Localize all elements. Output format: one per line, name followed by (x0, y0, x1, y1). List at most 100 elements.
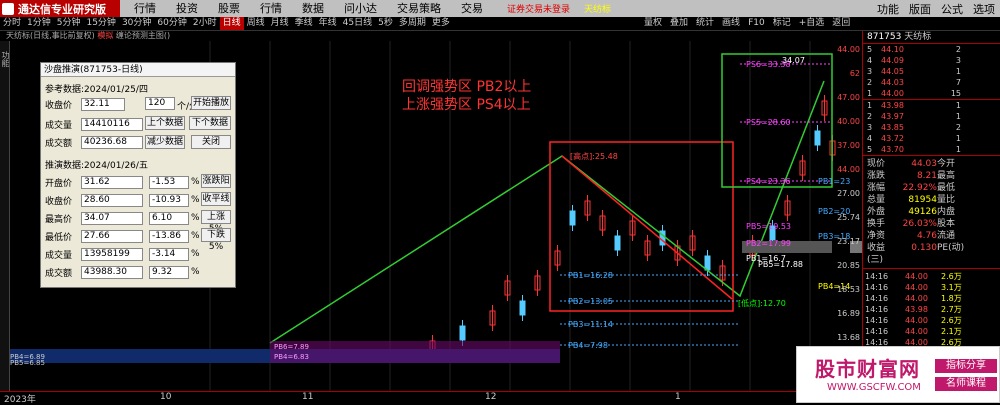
ad-banner[interactable]: 股市财富网 WWW.GSCFW.COM 指标分享 名师课程 (796, 346, 1000, 403)
tool-tab[interactable]: F10 (744, 17, 769, 30)
tool-tab[interactable]: +自选 (795, 17, 829, 30)
tab-period[interactable]: 45日线 (340, 17, 375, 30)
quote-row: 1 44.00 15 (863, 88, 1000, 99)
quote-volume: 1 (955, 67, 961, 76)
menu-item[interactable]: 交易策略 (387, 0, 451, 17)
amt-field[interactable]: 40236.68 (81, 135, 143, 149)
menu-item[interactable]: 问小达 (334, 0, 387, 17)
tab-period[interactable]: 更多 (429, 17, 453, 30)
price-axis: 44.00 62 47.00 40.00 37.00 44.00 27.00 25.74 23.… (834, 41, 862, 391)
quote-price: 43.72 (881, 134, 904, 143)
tab-period[interactable]: 15分钟 (83, 17, 118, 30)
tab-period[interactable]: 30分钟 (119, 17, 154, 30)
menu-item[interactable]: 行情 (250, 0, 292, 17)
close-field[interactable]: 32.11 (81, 97, 125, 111)
tool-tab[interactable]: 统计 (692, 17, 718, 30)
top-label: 34.07 (782, 56, 805, 65)
quote-row: 2 43.97 1 (863, 111, 1000, 122)
right-menu-item[interactable]: 版面 (904, 1, 936, 17)
quote-volume: 1 (955, 112, 961, 121)
menu-item[interactable]: 行情 (124, 0, 166, 17)
sim-change-field[interactable]: 6.10 (149, 211, 189, 225)
left-label-3: PB6=7.89 (274, 343, 309, 351)
stat-key: 现价 (867, 159, 886, 169)
tab-period[interactable]: 分时 (0, 17, 24, 30)
tab-period[interactable]: 1分钟 (24, 17, 54, 30)
stock-name: 天纺标 (904, 32, 932, 42)
sim-row: 最高价 34.07 6.10% (45, 211, 200, 225)
sim-change-field[interactable]: -10.93 (149, 193, 189, 207)
sim-change-field[interactable]: -3.14 (149, 247, 189, 261)
sim-action-button[interactable]: 涨跌阳 (201, 174, 231, 188)
stat-key-2: 流通 (937, 231, 956, 241)
sim-action-button[interactable]: 收平线 (201, 192, 231, 206)
stock-notice[interactable]: 天纺标 (584, 2, 611, 15)
quote-header: 871753 天纺标 (863, 31, 1000, 44)
tool-tab[interactable]: 量权 (640, 17, 666, 30)
speed-field[interactable]: 120 (145, 97, 175, 110)
menu-item[interactable]: 数据 (292, 0, 334, 17)
sim-action-button[interactable]: 上涨5% (201, 210, 231, 234)
tool-tab[interactable]: 标记 (769, 17, 795, 30)
price-tick: 40.00 (837, 117, 860, 126)
sim-action-button[interactable]: 下跌5% (201, 228, 231, 252)
right-menu-item[interactable]: 公式 (936, 1, 968, 17)
tab-period[interactable]: 周线 (244, 17, 268, 30)
tab-period[interactable]: 多周期 (396, 17, 429, 30)
tool-tab[interactable]: 返回 (828, 17, 854, 30)
pct-label: % (191, 213, 200, 223)
tick-time: 14:16 (865, 316, 889, 325)
ad-badge-1[interactable]: 指标分享 (935, 359, 997, 373)
sim-change-field[interactable]: -13.86 (149, 229, 189, 243)
start-button[interactable]: 开始播放 (191, 96, 231, 110)
price-tick: 13.68 (837, 333, 860, 342)
tick-list: 14:16 44.00 2.6万 14:16 44.00 3.1万 14:16 44.00 1.… (863, 271, 1000, 348)
quote-price: 44.09 (881, 56, 904, 65)
pct-label: % (191, 177, 200, 187)
sim-value-field[interactable]: 28.60 (81, 193, 143, 207)
close-button[interactable]: 关闭 (191, 135, 231, 149)
tick-price: 43.98 (905, 305, 928, 314)
menu-item[interactable]: 投资 (166, 0, 208, 17)
prev-button[interactable]: 上个数据 (145, 116, 185, 130)
tab-period[interactable]: 5秒 (375, 17, 396, 30)
sim-value-field[interactable]: 34.07 (81, 211, 143, 225)
pb6-label: PB2=17.99 (746, 239, 791, 248)
close-label: 收盘价 (45, 100, 73, 111)
sim-value-field[interactable]: 31.62 (81, 175, 143, 189)
left-sidebar[interactable]: 功能 (0, 41, 10, 391)
title-bar: 通达信专业研究版 行情 投资 股票 行情 数据 问小达 交易策略 交易 证券交易未登录 天纺标… (0, 0, 1000, 17)
sim-change-field[interactable]: 9.32 (149, 265, 189, 279)
sim-value-field[interactable]: 27.66 (81, 229, 143, 243)
quote-level: 3 (867, 123, 873, 132)
tool-tab[interactable]: 叠加 (666, 17, 692, 30)
ad-title: 股市财富网 (815, 357, 920, 381)
next-button[interactable]: 下个数据 (189, 116, 231, 130)
sim-change-field[interactable]: -1.53 (149, 175, 189, 189)
right-menu-item[interactable]: 功能 (872, 1, 904, 17)
ad-badge-2[interactable]: 名师课程 (935, 377, 997, 391)
pct-label: % (191, 195, 200, 205)
vol-field[interactable]: 14410116 (81, 117, 143, 131)
tab-period[interactable]: 季线 (292, 17, 316, 30)
tab-period[interactable]: 日线 (219, 17, 244, 30)
tab-period[interactable]: 60分钟 (154, 17, 189, 30)
sim-row-label: 最低价 (45, 232, 73, 243)
tick-row: 14:16 44.00 1.8万 (865, 293, 1000, 304)
reduce-button[interactable]: 减少数据 (145, 135, 185, 149)
tool-tab[interactable]: 画线 (718, 17, 744, 30)
right-menu-item[interactable]: 选项 (968, 1, 1000, 17)
sandbox-dialog: 沙盘推演(871753-日线) 参考数据:2024/01/25/四 收盘价 32.… (40, 62, 236, 288)
login-notice[interactable]: 证券交易未登录 (507, 2, 570, 15)
menu-item[interactable]: 股票 (208, 0, 250, 17)
tab-period[interactable]: 年线 (316, 17, 340, 30)
tick-time: 14:16 (865, 327, 889, 336)
tab-period[interactable]: 2小时 (190, 17, 220, 30)
annotation-line-1: 回调强势区 PB2以上 (402, 79, 531, 95)
menu-item[interactable]: 交易 (451, 0, 493, 17)
sim-value-field[interactable]: 43988.30 (81, 265, 143, 279)
sim-value-field[interactable]: 13958199 (81, 247, 143, 261)
stat-value: 44.03 (911, 159, 937, 169)
tab-period[interactable]: 5分钟 (54, 17, 84, 30)
tab-period[interactable]: 月线 (268, 17, 292, 30)
